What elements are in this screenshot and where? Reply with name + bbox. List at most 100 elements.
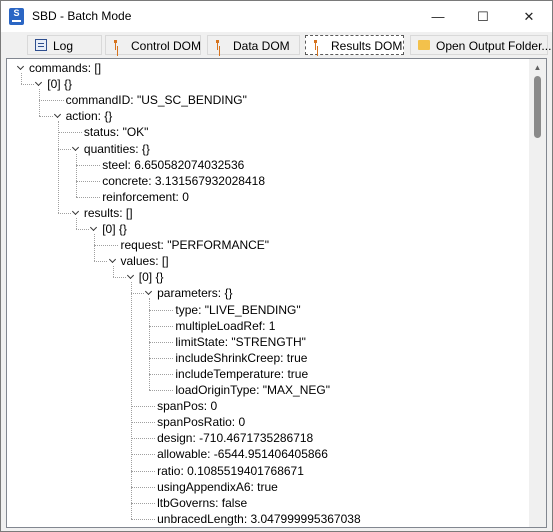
tree-connector [112,277,126,279]
expand-chevron-icon[interactable] [109,257,118,266]
tree-connector [75,153,77,197]
title-bar: S SBD - Batch Mode — ☐ ✕ [1,1,552,32]
tree-node[interactable]: loadOriginType: "MAX_NEG" [175,382,330,398]
tab-control-dom[interactable]: Control DOM [105,35,201,55]
tree-node[interactable]: reinforcement: 0 [102,189,189,205]
folder-icon [418,40,430,50]
tree-node[interactable]: limitState: "STRENGTH" [175,334,306,350]
tree-connector [130,422,156,424]
tree-connector [57,132,82,134]
tree-node[interactable]: steel: 6.650582074032536 [102,157,244,173]
tree-connector [130,470,156,472]
tree-connector [75,229,90,230]
tree-icon [215,39,227,51]
scroll-up-icon[interactable]: ▲ [529,59,546,76]
maximize-icon[interactable]: ☐ [460,1,506,32]
minimize-icon[interactable]: — [415,1,461,32]
tree-connector [94,245,119,247]
tree-node[interactable]: commandID: "US_SC_BENDING" [66,92,247,108]
tree-node[interactable]: [0] {} [47,76,72,92]
tree-node[interactable]: design: -710.4671735286718 [157,430,313,446]
scroll-thumb[interactable] [534,76,541,138]
tree-connector [130,486,156,488]
tree-connector [130,282,132,519]
tree-node[interactable]: [0] {} [139,269,164,285]
tree-node[interactable]: action: {} [66,108,113,124]
expand-chevron-icon[interactable] [17,64,26,73]
tree-node[interactable]: request: "PERFORMANCE" [121,237,270,253]
tree-connector [21,73,22,85]
expand-chevron-icon[interactable] [35,80,44,89]
tree-connector [39,116,53,118]
close-icon[interactable]: ✕ [506,1,552,32]
tree-connector [130,293,145,295]
tree-connector [130,454,156,456]
tree-node[interactable]: unbracedLength: 3.047999995367038 [157,511,361,527]
log-icon [35,39,47,51]
window-title: SBD - Batch Mode [32,9,132,23]
tab-bar: Log Control DOM Data DOM Results DOM Ope… [1,32,552,58]
tree-connector [57,121,59,213]
tree-node[interactable]: type: "LIVE_BENDING" [175,302,300,318]
tree-connector [75,180,101,182]
tree-connector [94,234,96,262]
tree-node[interactable]: quantities: {} [84,141,150,157]
tree-connector [94,261,108,263]
tree-node[interactable]: values: [] [121,253,169,269]
tree-connector [57,212,71,214]
expand-chevron-icon[interactable] [145,289,154,298]
tree-node[interactable]: allowable: -6544.951406405866 [157,446,328,462]
tree-connector [130,518,156,520]
tree-node[interactable]: commands: [] [29,60,101,76]
tab-results-dom-label: Results DOM [331,39,403,53]
expand-chevron-icon[interactable] [54,112,63,121]
tree-node[interactable]: concrete: 3.131567932028418 [102,173,265,189]
tab-results-dom[interactable]: Results DOM [305,35,404,55]
tree-connector [75,217,77,229]
tree-connector [130,502,156,504]
tree-connector [149,373,174,375]
tree-icon [313,39,325,51]
results-dom-tree[interactable]: commands: [] [0] {} commandID: "US_SC_BEND… [6,58,547,528]
tree-node[interactable]: includeTemperature: true [175,366,308,382]
tree-connector [130,406,156,408]
tree-node[interactable]: usingAppendixA6: true [157,479,278,495]
tree-connector [149,325,174,327]
tab-data-dom[interactable]: Data DOM [207,35,300,55]
tree-connector [149,298,151,390]
tree-node[interactable]: status: "OK" [84,124,149,140]
expand-chevron-icon[interactable] [127,273,136,282]
tree-node[interactable]: results: [] [84,205,133,221]
tree-connector [112,266,114,278]
open-output-folder-label: Open Output Folder... [436,39,552,53]
tree-node[interactable]: [0] {} [102,221,127,237]
tree-node[interactable]: spanPosRatio: 0 [157,414,245,430]
batch-mode-window: S SBD - Batch Mode — ☐ ✕ Log Control DOM… [0,0,553,532]
open-output-folder-button[interactable]: Open Output Folder... [410,35,552,55]
tree-node[interactable]: ratio: 0.1085519401768671 [157,463,304,479]
tree-connector [149,357,174,359]
tree-connector [39,100,64,102]
expand-chevron-icon[interactable] [90,225,99,234]
tree-node[interactable]: ltbGoverns: false [157,495,247,511]
tree-node[interactable]: parameters: {} [157,285,232,301]
tree-node[interactable]: includeShrinkCreep: true [175,350,307,366]
app-icon-letter: S [13,8,20,18]
tree-connector [75,164,101,166]
vertical-scrollbar[interactable]: ▲ [529,59,546,527]
expand-chevron-icon[interactable] [72,209,81,218]
tab-log[interactable]: Log [27,35,102,55]
tree-connector [75,196,101,198]
tree-connector [21,84,35,86]
tree-connector [39,89,41,117]
tree-node[interactable]: spanPos: 0 [157,398,217,414]
tree-node[interactable]: multipleLoadRef: 1 [175,318,275,334]
tab-control-dom-label: Control DOM [131,39,202,53]
tab-data-dom-label: Data DOM [233,39,290,53]
tree-connector [57,148,71,150]
tree-connector [130,438,156,440]
expand-chevron-icon[interactable] [72,145,81,154]
tree-connector [149,390,174,391]
app-icon: S [9,8,24,25]
tree-connector [149,309,174,311]
